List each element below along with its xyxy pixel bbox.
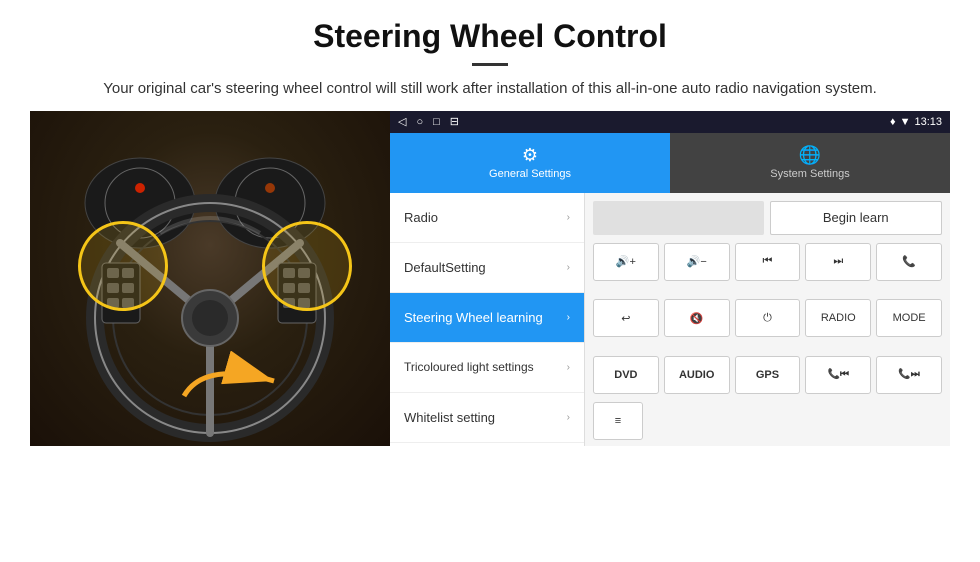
menu-default-label: DefaultSetting — [404, 260, 486, 275]
chevron-icon-radio: › — [567, 212, 570, 223]
call-prev-btn[interactable]: 📞⏮ — [805, 356, 871, 394]
radio-label: RADIO — [821, 312, 856, 324]
status-bar-right: ♦ ▼ 13:13 — [890, 116, 942, 128]
button-grid-row1: 🔊+ 🔊− ⏮ ⏭ 📞 — [585, 243, 950, 300]
mode-btn[interactable]: MODE — [876, 299, 942, 337]
recent-icon[interactable]: □ — [433, 116, 440, 128]
menu-item-tricoloured[interactable]: Tricoloured light settings › — [390, 343, 584, 393]
list-icon-row: ≡ — [585, 402, 950, 446]
gear-icon: ⚙ — [522, 145, 538, 166]
hang-up-button[interactable]: ↩ — [593, 299, 659, 337]
vol-down-button[interactable]: 🔊− — [664, 243, 730, 281]
chevron-icon-steering: › — [567, 312, 570, 323]
status-bar: ◁ ○ □ ⊟ ♦ ▼ 13:13 — [390, 111, 950, 133]
tab-general-label: General Settings — [489, 168, 571, 180]
list-icon-button[interactable]: ≡ — [593, 402, 643, 440]
chevron-icon-whitelist: › — [567, 412, 570, 423]
begin-learn-spacer — [593, 201, 764, 235]
location-icon: ♦ — [890, 116, 896, 128]
audio-label: AUDIO — [679, 369, 714, 381]
settings-content: Radio › DefaultSetting › Steering Wheel … — [390, 193, 950, 446]
begin-learn-row: Begin learn — [585, 193, 950, 243]
tab-bar: ⚙ General Settings 🌐 System Settings — [390, 133, 950, 193]
call-prev-icon: 📞⏮ — [828, 369, 849, 380]
chevron-icon-default: › — [567, 262, 570, 273]
main-content: ◁ ○ □ ⊟ ♦ ▼ 13:13 ⚙ General Settings — [0, 111, 980, 456]
menu-item-whitelist[interactable]: Whitelist setting › — [390, 393, 584, 443]
system-icon: 🌐 — [799, 145, 821, 166]
call-button[interactable]: 📞 — [876, 243, 942, 281]
hangup-icon: ↩ — [621, 312, 630, 325]
next-icon: ⏭ — [833, 255, 843, 268]
signal-icon: ▼ — [900, 116, 911, 128]
power-icon: ⏻ — [763, 312, 772, 325]
left-menu: Radio › DefaultSetting › Steering Wheel … — [390, 193, 585, 446]
radio-btn[interactable]: RADIO — [805, 299, 871, 337]
back-icon[interactable]: ◁ — [398, 115, 406, 128]
menu-item-steering[interactable]: Steering Wheel learning › — [390, 293, 584, 343]
mode-label: MODE — [893, 312, 926, 324]
mute-icon: 🔇 — [690, 312, 704, 325]
button-grid-row3: DVD AUDIO GPS 📞⏮ 📞⏭ — [585, 356, 950, 402]
dvd-label: DVD — [614, 369, 637, 381]
tab-general-settings[interactable]: ⚙ General Settings — [390, 133, 670, 193]
list-icon: ≡ — [615, 415, 621, 427]
menu-item-radio[interactable]: Radio › — [390, 193, 584, 243]
chevron-icon-tricoloured: › — [567, 362, 570, 373]
next-track-button[interactable]: ⏭ — [805, 243, 871, 281]
menu-tricoloured-label: Tricoloured light settings — [404, 360, 534, 374]
tab-system-label: System Settings — [770, 168, 849, 180]
gps-label: GPS — [756, 369, 779, 381]
steering-wheel-area — [30, 111, 390, 446]
call-next-btn[interactable]: 📞⏭ — [876, 356, 942, 394]
prev-track-button[interactable]: ⏮ — [735, 243, 801, 281]
gps-btn[interactable]: GPS — [735, 356, 801, 394]
right-panel: Begin learn 🔊+ 🔊− ⏮ — [585, 193, 950, 446]
button-grid-row2: ↩ 🔇 ⏻ RADIO MODE — [585, 299, 950, 356]
page-subtitle: Your original car's steering wheel contr… — [80, 78, 900, 101]
tab-system-settings[interactable]: 🌐 System Settings — [670, 133, 950, 193]
page-wrapper: Steering Wheel Control Your original car… — [0, 0, 980, 456]
power-button[interactable]: ⏻ — [735, 299, 801, 337]
dvd-btn[interactable]: DVD — [593, 356, 659, 394]
time-display: 13:13 — [914, 116, 942, 128]
call-next-icon: 📞⏭ — [898, 369, 919, 380]
vol-down-icon: 🔊− — [687, 255, 707, 268]
android-screen: ◁ ○ □ ⊟ ♦ ▼ 13:13 ⚙ General Settings — [390, 111, 950, 446]
prev-icon: ⏮ — [763, 255, 773, 268]
page-header: Steering Wheel Control Your original car… — [0, 0, 980, 111]
audio-btn[interactable]: AUDIO — [664, 356, 730, 394]
highlight-circle-left — [78, 221, 168, 311]
menu-whitelist-label: Whitelist setting — [404, 410, 495, 425]
highlight-circle-right — [262, 221, 352, 311]
vol-up-icon: 🔊+ — [616, 255, 636, 268]
menu-icon[interactable]: ⊟ — [450, 115, 459, 128]
arrow-overlay — [174, 351, 294, 416]
mute-button[interactable]: 🔇 — [664, 299, 730, 337]
vol-up-button[interactable]: 🔊+ — [593, 243, 659, 281]
phone-icon: 📞 — [902, 255, 916, 268]
menu-item-default[interactable]: DefaultSetting › — [390, 243, 584, 293]
title-divider — [472, 63, 508, 66]
page-title: Steering Wheel Control — [60, 18, 920, 55]
begin-learn-button[interactable]: Begin learn — [770, 201, 943, 235]
menu-steering-label: Steering Wheel learning — [404, 310, 543, 325]
menu-radio-label: Radio — [404, 210, 438, 225]
status-bar-left: ◁ ○ □ ⊟ — [398, 115, 459, 128]
home-icon[interactable]: ○ — [416, 116, 423, 128]
